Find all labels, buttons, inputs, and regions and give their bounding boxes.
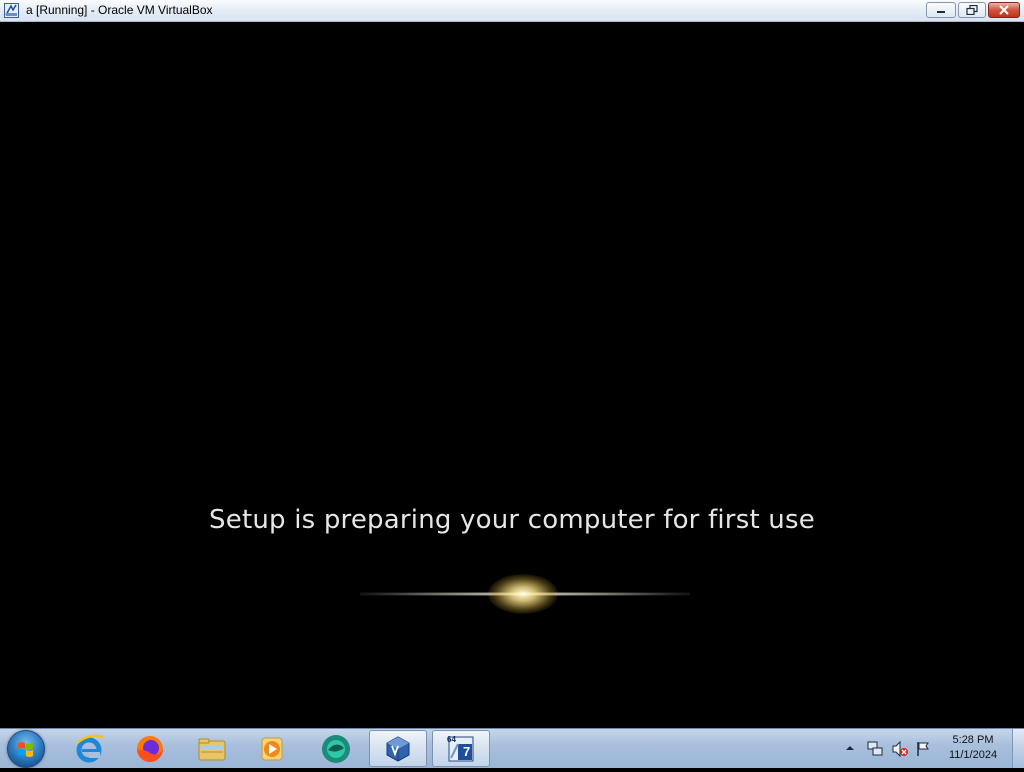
window-titlebar[interactable]: a [Running] - Oracle VM VirtualBox — [0, 0, 1024, 22]
green-circle-icon — [322, 734, 350, 763]
taskbar-app-circle[interactable] — [307, 730, 365, 767]
clock-time: 5:28 PM — [952, 734, 994, 746]
vm-badge-7: 7 — [463, 744, 471, 759]
minimize-button[interactable] — [926, 2, 956, 18]
vm-display[interactable]: Setup is preparing your computer for fir… — [0, 22, 1024, 728]
network-icon[interactable] — [866, 740, 884, 758]
windows-start-orb — [18, 742, 33, 757]
ie-icon — [76, 734, 104, 762]
taskbar-internet-explorer[interactable] — [60, 730, 118, 767]
minimize-icon — [937, 11, 945, 13]
volume-muted-icon[interactable] — [891, 740, 909, 758]
show-hidden-icons-icon[interactable] — [845, 744, 855, 752]
close-button[interactable] — [988, 2, 1020, 18]
folder-icon — [198, 738, 226, 760]
taskbar-firefox[interactable] — [121, 730, 179, 767]
restore-button[interactable] — [958, 2, 986, 18]
taskbar: 64 7 5:28 PM 11/1/2024 — [0, 728, 1024, 768]
clock-date: 11/1/2024 — [948, 749, 998, 761]
taskbar-virtualbox[interactable] — [369, 730, 427, 767]
media-player-icon — [261, 737, 283, 760]
progress-glow-core — [488, 574, 558, 614]
taskbar-vm-win7-64[interactable]: 64 7 — [432, 730, 490, 767]
vm-badge-64: 64 — [447, 735, 456, 744]
taskbar-windows-explorer[interactable] — [183, 730, 241, 767]
virtualbox-icon — [386, 735, 410, 762]
show-desktop-button[interactable] — [1012, 729, 1024, 768]
system-clock[interactable]: 5:28 PM 11/1/2024 — [928, 733, 1018, 763]
firefox-icon — [137, 735, 163, 762]
restore-icon — [966, 5, 978, 15]
close-icon — [999, 5, 1009, 15]
setup-message: Setup is preparing your computer for fir… — [209, 505, 815, 535]
window-title: a [Running] - Oracle VM VirtualBox — [26, 3, 213, 17]
start-button[interactable] — [7, 730, 45, 768]
taskbar-media-player[interactable] — [243, 730, 301, 767]
virtualbox-icon — [4, 3, 19, 18]
